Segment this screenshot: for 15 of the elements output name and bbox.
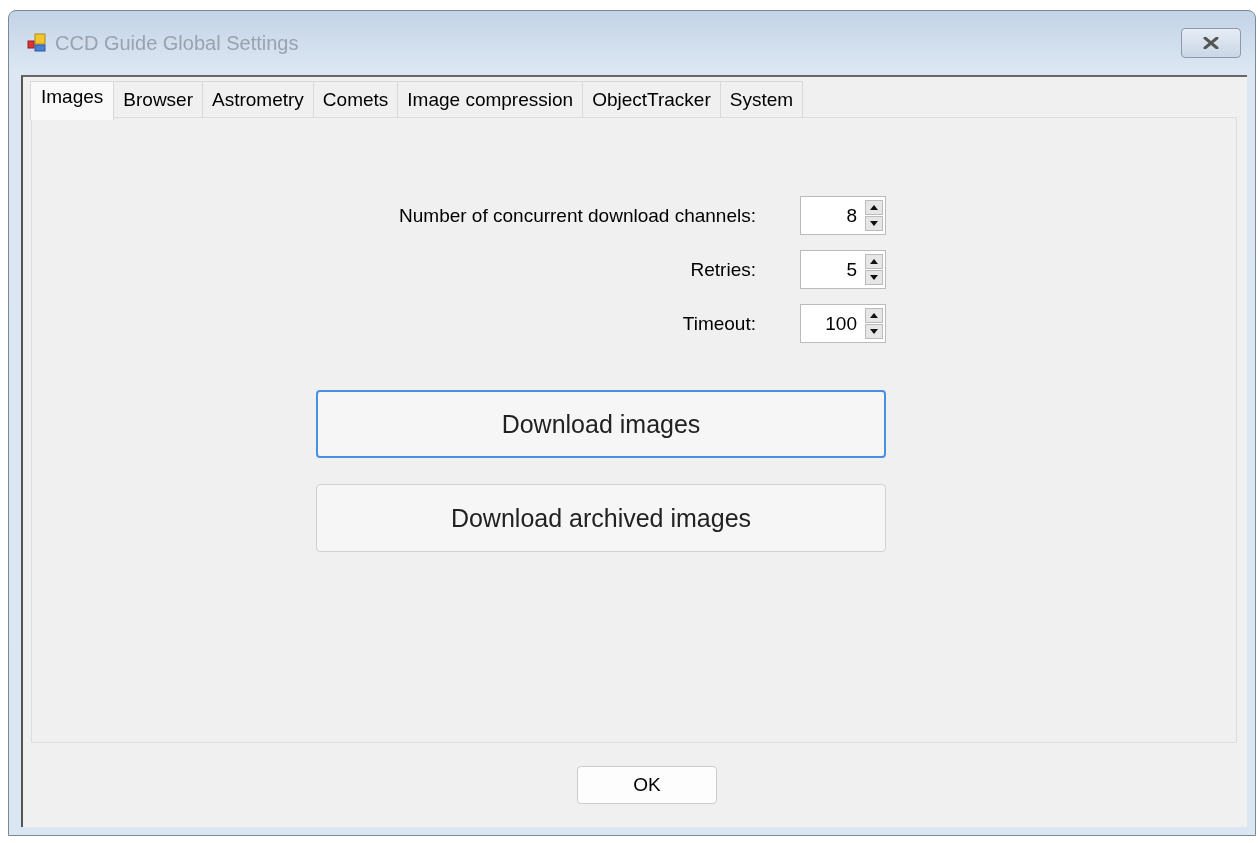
setting-label: Timeout:	[682, 312, 756, 335]
tab[interactable]: Images	[30, 81, 115, 120]
window-title: CCD Guide Global Settings	[55, 31, 299, 55]
number-spinner[interactable]: 100	[800, 304, 886, 343]
close-icon	[1202, 37, 1220, 49]
number-spinner[interactable]: 8	[800, 196, 886, 235]
ok-button[interactable]: OK	[577, 766, 717, 804]
close-button[interactable]	[1181, 28, 1241, 58]
number-spinner[interactable]: 5	[800, 250, 886, 289]
tab[interactable]: System	[719, 81, 804, 117]
download-button[interactable]: Download archived images	[316, 484, 886, 552]
setting-label: Number of concurrent download channels:	[399, 204, 756, 227]
setting-label: Retries:	[690, 258, 756, 281]
download-button[interactable]: Download images	[316, 390, 886, 458]
app-icon	[27, 33, 47, 53]
